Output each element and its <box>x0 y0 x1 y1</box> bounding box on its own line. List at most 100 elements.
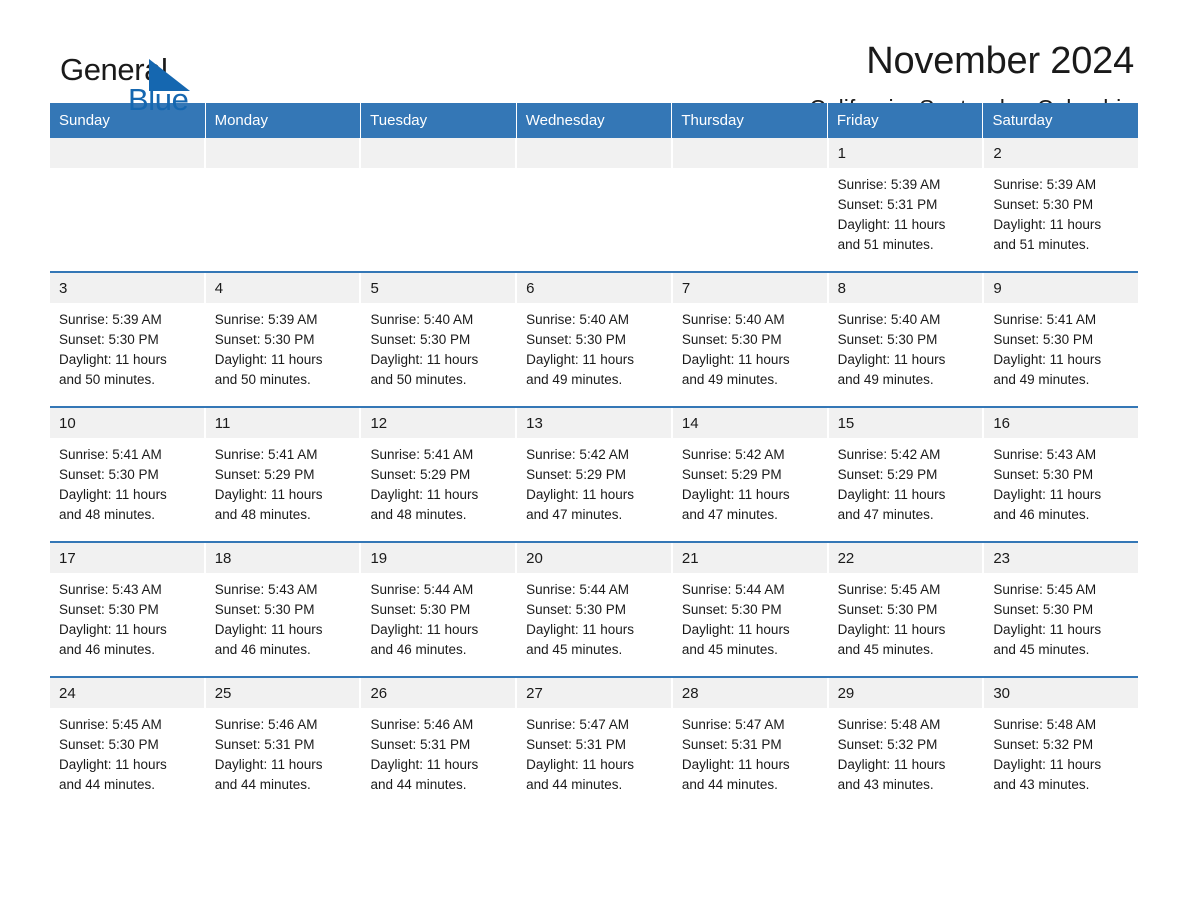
sunrise-text: Sunrise: 5:44 AM <box>370 582 474 597</box>
day-number: 27 <box>517 678 671 708</box>
day-cell-30[interactable]: 30 Sunrise: 5:48 AM Sunset: 5:32 PM Dayligh… <box>984 678 1139 811</box>
daylight-text-line1: Daylight: 11 hours <box>526 757 634 772</box>
sunset-text: Sunset: 5:30 PM <box>681 602 782 617</box>
daylight-text-line1: Daylight: 11 hours <box>526 487 634 502</box>
day-cell-9[interactable]: 9 Sunrise: 5:41 AM Sunset: 5:30 PM Daylight… <box>984 273 1139 406</box>
daylight-text-line2: and 43 minutes. <box>837 777 934 792</box>
sunset-text: Sunset: 5:29 PM <box>214 467 315 482</box>
day-cell-23[interactable]: 23 Sunrise: 5:45 AM Sunset: 5:30 PM Dayligh… <box>984 543 1139 676</box>
sunrise-text: Sunrise: 5:41 AM <box>59 447 162 462</box>
daylight-text-line2: and 44 minutes. <box>59 777 156 792</box>
day-cell-8[interactable]: 8 Sunrise: 5:40 AM Sunset: 5:30 PM Daylight… <box>828 273 985 406</box>
day-sun-info: Sunrise: 5:48 AM Sunset: 5:32 PM Daylight:… <box>984 708 1138 795</box>
day-cell-22[interactable]: 22 Sunrise: 5:45 AM Sunset: 5:30 PM Dayligh… <box>828 543 985 676</box>
day-number: 20 <box>517 543 671 573</box>
day-cell-empty <box>517 138 673 271</box>
calendar-weeks: 1 Sunrise: 5:39 AM Sunset: 5:31 PM Daylight… <box>50 138 1139 811</box>
daylight-text-line1: Daylight: 11 hours <box>993 622 1102 637</box>
daylight-text-line1: Daylight: 11 hours <box>214 352 323 367</box>
sunrise-text: Sunrise: 5:40 AM <box>526 312 629 327</box>
sunset-text: Sunset: 5:30 PM <box>993 467 1094 482</box>
day-cell-20[interactable]: 20 Sunrise: 5:44 AM Sunset: 5:30 PM Dayligh… <box>517 543 673 676</box>
day-number: 11 <box>205 408 360 438</box>
sunset-text: Sunset: 5:29 PM <box>681 467 782 482</box>
daylight-text-line2: and 49 minutes. <box>526 372 623 387</box>
day-sun-info <box>206 168 360 175</box>
day-number: 6 <box>517 273 671 303</box>
day-sun-info: Sunrise: 5:46 AM Sunset: 5:31 PM Daylight:… <box>361 708 515 795</box>
sunset-text: Sunset: 5:32 PM <box>837 737 938 752</box>
sunset-text: Sunset: 5:30 PM <box>214 332 315 347</box>
daylight-text-line2: and 50 minutes. <box>59 372 156 387</box>
day-cell-17[interactable]: 17 Sunrise: 5:43 AM Sunset: 5:30 PM Dayligh… <box>50 543 206 676</box>
day-cell-25[interactable]: 25 Sunrise: 5:46 AM Sunset: 5:31 PM Dayligh… <box>205 678 362 811</box>
sunset-text: Sunset: 5:30 PM <box>370 602 471 617</box>
sunset-text: Sunset: 5:30 PM <box>681 332 782 347</box>
weekday-header-saturday: Saturday <box>983 103 1139 138</box>
daylight-text-line1: Daylight: 11 hours <box>59 352 167 367</box>
daylight-text-line1: Daylight: 11 hours <box>370 622 479 637</box>
sunset-text: Sunset: 5:30 PM <box>993 602 1094 617</box>
day-sun-info: Sunrise: 5:40 AM Sunset: 5:30 PM Daylight:… <box>361 303 515 390</box>
daylight-text-line2: and 45 minutes. <box>837 642 934 657</box>
sunrise-text: Sunrise: 5:42 AM <box>681 447 785 462</box>
sunset-text: Sunset: 5:30 PM <box>214 602 315 617</box>
day-cell-28[interactable]: 28 Sunrise: 5:47 AM Sunset: 5:31 PM Dayligh… <box>672 678 829 811</box>
sunset-text: Sunset: 5:30 PM <box>370 332 471 347</box>
day-cell-6[interactable]: 6 Sunrise: 5:40 AM Sunset: 5:30 PM Daylight… <box>517 273 673 406</box>
daylight-text-line1: Daylight: 11 hours <box>837 757 946 772</box>
day-sun-info: Sunrise: 5:43 AM Sunset: 5:30 PM Daylight:… <box>206 573 360 660</box>
day-cell-18[interactable]: 18 Sunrise: 5:43 AM Sunset: 5:30 PM Dayligh… <box>205 543 362 676</box>
daylight-text-line2: and 49 minutes. <box>993 372 1090 387</box>
day-cell-11[interactable]: 11 Sunrise: 5:41 AM Sunset: 5:29 PM Dayligh… <box>205 408 362 541</box>
daylight-text-line1: Daylight: 11 hours <box>681 757 790 772</box>
daylight-text-line1: Daylight: 11 hours <box>993 217 1102 232</box>
day-cell-15[interactable]: 15 Sunrise: 5:42 AM Sunset: 5:29 PM Dayligh… <box>828 408 985 541</box>
day-cell-2[interactable]: 2 Sunrise: 5:39 AM Sunset: 5:30 PM Daylight… <box>984 138 1139 271</box>
daylight-text-line1: Daylight: 11 hours <box>370 487 479 502</box>
day-number: 7 <box>672 273 827 303</box>
daylight-text-line1: Daylight: 11 hours <box>370 757 479 772</box>
day-cell-10[interactable]: 10 Sunrise: 5:41 AM Sunset: 5:30 PM Dayligh… <box>50 408 206 541</box>
daylight-text-line1: Daylight: 11 hours <box>837 487 946 502</box>
day-cell-16[interactable]: 16 Sunrise: 5:43 AM Sunset: 5:30 PM Dayligh… <box>984 408 1139 541</box>
day-cell-27[interactable]: 27 Sunrise: 5:47 AM Sunset: 5:31 PM Dayligh… <box>517 678 673 811</box>
day-cell-29[interactable]: 29 Sunrise: 5:48 AM Sunset: 5:32 PM Dayligh… <box>828 678 985 811</box>
day-number: 10 <box>50 408 204 438</box>
daylight-text-line2: and 45 minutes. <box>993 642 1090 657</box>
calendar-week-row: 3 Sunrise: 5:39 AM Sunset: 5:30 PM Daylight… <box>50 271 1139 406</box>
day-sun-info: Sunrise: 5:44 AM Sunset: 5:30 PM Daylight:… <box>673 573 827 660</box>
daylight-text-line2: and 46 minutes. <box>993 507 1090 522</box>
day-number <box>517 138 671 168</box>
day-cell-12[interactable]: 12 Sunrise: 5:41 AM Sunset: 5:29 PM Dayligh… <box>361 408 518 541</box>
daylight-text-line2: and 50 minutes. <box>214 372 311 387</box>
daylight-text-line2: and 48 minutes. <box>370 507 467 522</box>
day-cell-1[interactable]: 1 Sunrise: 5:39 AM Sunset: 5:31 PM Daylight… <box>828 138 985 271</box>
daylight-text-line1: Daylight: 11 hours <box>993 757 1102 772</box>
day-cell-7[interactable]: 7 Sunrise: 5:40 AM Sunset: 5:30 PM Daylight… <box>672 273 829 406</box>
sunrise-text: Sunrise: 5:39 AM <box>59 312 162 327</box>
sunrise-text: Sunrise: 5:44 AM <box>681 582 785 597</box>
day-number: 23 <box>984 543 1139 573</box>
day-cell-13[interactable]: 13 Sunrise: 5:42 AM Sunset: 5:29 PM Dayligh… <box>517 408 673 541</box>
day-number <box>205 138 360 168</box>
day-cell-4[interactable]: 4 Sunrise: 5:39 AM Sunset: 5:30 PM Daylight… <box>205 273 362 406</box>
day-number <box>361 138 516 168</box>
sunrise-text: Sunrise: 5:40 AM <box>370 312 474 327</box>
day-cell-26[interactable]: 26 Sunrise: 5:46 AM Sunset: 5:31 PM Dayligh… <box>361 678 518 811</box>
day-sun-info: Sunrise: 5:39 AM Sunset: 5:30 PM Daylight:… <box>984 168 1138 255</box>
day-cell-24[interactable]: 24 Sunrise: 5:45 AM Sunset: 5:30 PM Dayligh… <box>50 678 206 811</box>
day-sun-info: Sunrise: 5:44 AM Sunset: 5:30 PM Daylight:… <box>361 573 515 660</box>
weekday-header-wednesday: Wednesday <box>516 103 673 138</box>
day-cell-5[interactable]: 5 Sunrise: 5:40 AM Sunset: 5:30 PM Daylight… <box>361 273 518 406</box>
day-cell-3[interactable]: 3 Sunrise: 5:39 AM Sunset: 5:30 PM Daylight… <box>50 273 206 406</box>
day-cell-19[interactable]: 19 Sunrise: 5:44 AM Sunset: 5:30 PM Dayligh… <box>361 543 518 676</box>
daylight-text-line1: Daylight: 11 hours <box>214 487 323 502</box>
sunset-text: Sunset: 5:30 PM <box>59 737 159 752</box>
sunset-text: Sunset: 5:30 PM <box>993 332 1094 347</box>
calendar-week-row: 10 Sunrise: 5:41 AM Sunset: 5:30 PM Dayligh… <box>50 406 1139 541</box>
day-cell-21[interactable]: 21 Sunrise: 5:44 AM Sunset: 5:30 PM Dayligh… <box>672 543 829 676</box>
page-title: November 2024 <box>866 40 1134 82</box>
day-cell-14[interactable]: 14 Sunrise: 5:42 AM Sunset: 5:29 PM Dayligh… <box>672 408 829 541</box>
day-number: 17 <box>50 543 204 573</box>
